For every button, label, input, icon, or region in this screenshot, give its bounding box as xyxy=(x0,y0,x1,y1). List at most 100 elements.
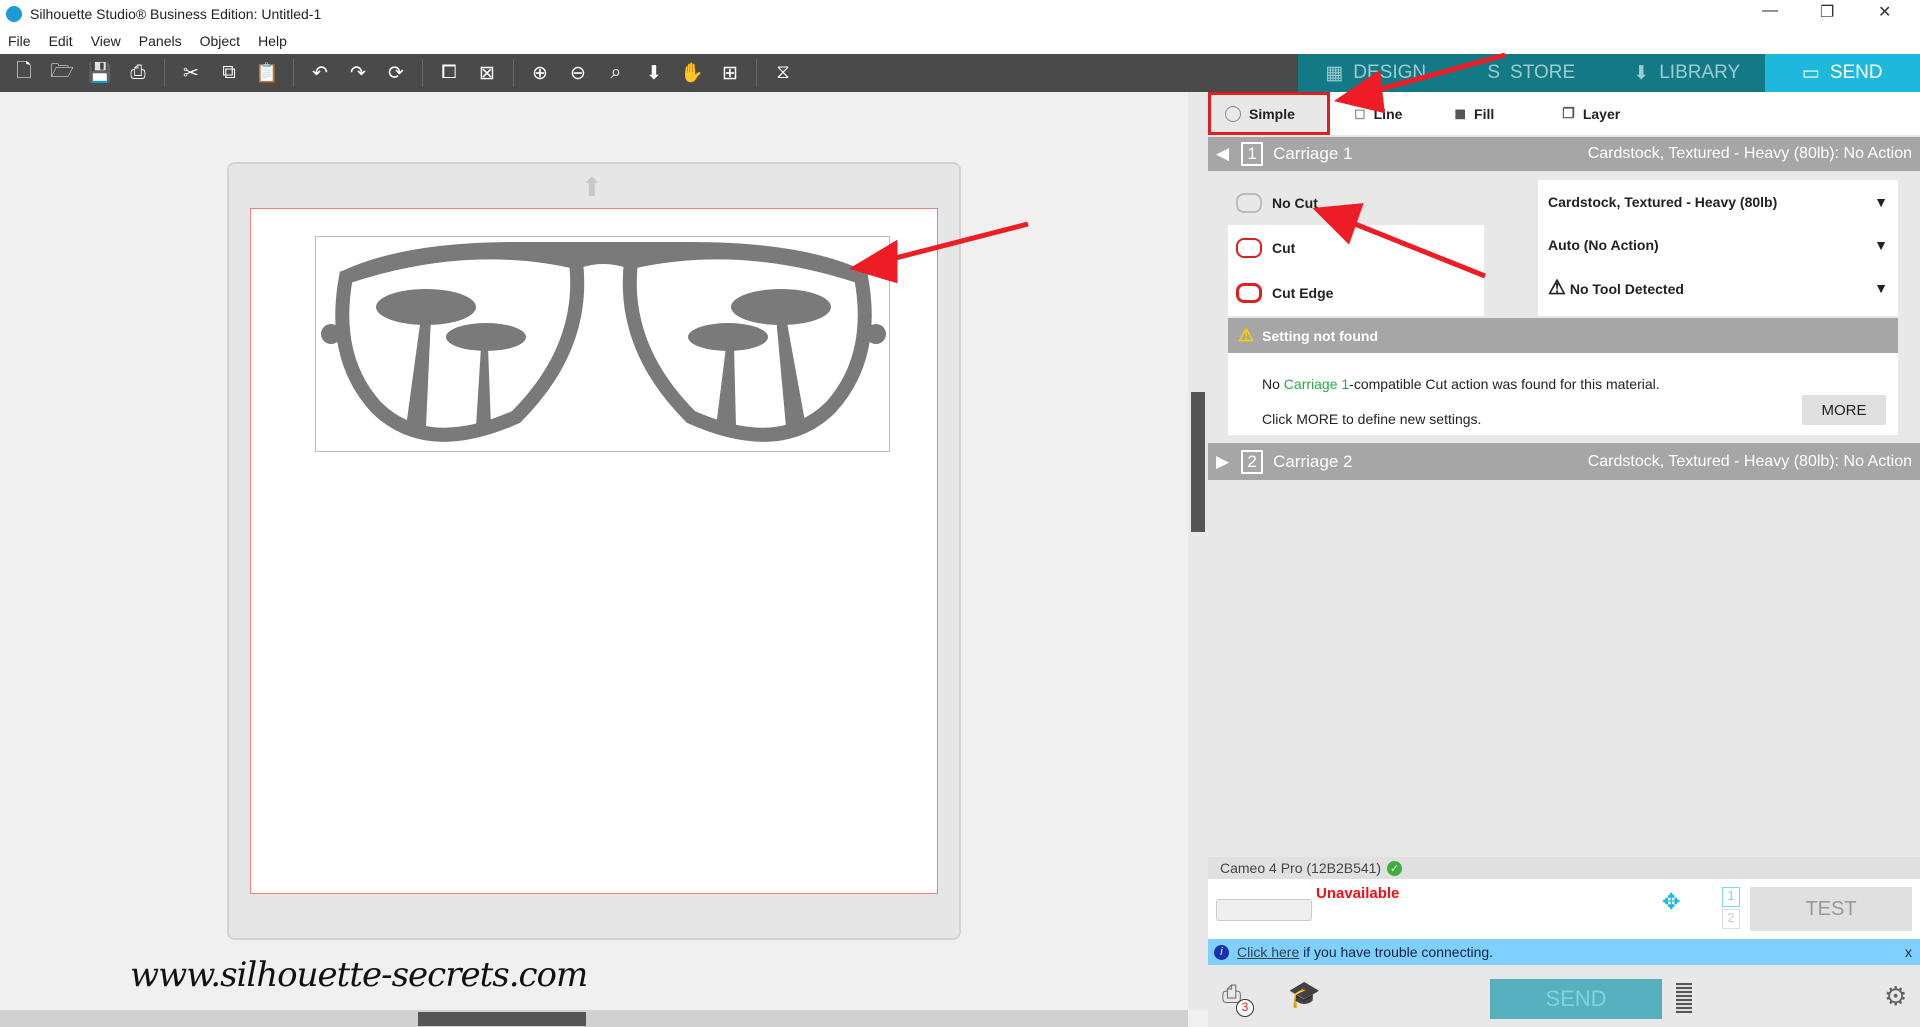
more-button[interactable]: MORE xyxy=(1802,395,1886,425)
action-cut-edge[interactable]: Cut Edge xyxy=(1228,270,1484,315)
material-select[interactable]: Cardstock, Textured - Heavy (80lb) ▼ xyxy=(1538,180,1898,223)
setting-not-found-bar: ⚠ Setting not found xyxy=(1228,318,1898,353)
sunglasses-design[interactable] xyxy=(315,236,890,452)
chevron-down-icon: ▼ xyxy=(1874,193,1888,210)
option-label: Layer xyxy=(1582,105,1621,122)
carriage-link: Carriage 1 xyxy=(1283,376,1350,392)
queue-count-badge: 3 xyxy=(1236,999,1254,1017)
line-icon: ◻ xyxy=(1354,105,1366,121)
option-layer[interactable]: ❐ Layer xyxy=(1548,92,1634,135)
replicate-icon[interactable]: ⟳ xyxy=(380,58,412,88)
action-label: Cut Edge xyxy=(1272,284,1334,301)
design-icon: ▦ xyxy=(1325,62,1344,84)
menu-object[interactable]: Object xyxy=(200,33,240,49)
tutorial-icon[interactable]: 🎓 xyxy=(1288,979,1320,1010)
menu-help[interactable]: Help xyxy=(258,33,287,49)
collapse-icon: ◀ xyxy=(1216,144,1230,163)
app-logo-icon xyxy=(6,5,22,22)
action-label: Cut xyxy=(1272,239,1296,256)
action-label: No Cut xyxy=(1272,194,1318,211)
chevron-down-icon: ▼ xyxy=(1874,236,1888,253)
sunglasses-image xyxy=(321,242,886,442)
carriage-2-toggle[interactable]: 2 xyxy=(1722,909,1740,929)
no-cut-icon xyxy=(1236,192,1262,213)
menu-edit[interactable]: Edit xyxy=(49,33,73,49)
trace-icon[interactable]: ⧖ xyxy=(767,58,799,88)
option-label: Simple xyxy=(1249,105,1295,122)
send-button[interactable]: SEND xyxy=(1490,979,1662,1019)
device-status: Unavailable xyxy=(1316,885,1400,902)
horizontal-scroll-thumb[interactable] xyxy=(418,1012,586,1026)
tab-store[interactable]: S STORE xyxy=(1454,54,1610,92)
tool-value: No Tool Detected xyxy=(1569,281,1684,297)
carriage-1-header[interactable]: ◀ 1 Carriage 1 Cardstock, Textured - Heavy … xyxy=(1208,137,1920,171)
redo-icon[interactable]: ↷ xyxy=(342,58,374,88)
option-fill[interactable]: ◼ Fill xyxy=(1440,92,1508,135)
copy-icon[interactable]: ⧉ xyxy=(213,58,245,88)
group-icon[interactable]: ⧠ xyxy=(433,58,465,88)
click-here-link[interactable]: Click here xyxy=(1237,944,1299,960)
open-icon[interactable]: 🗁 xyxy=(46,58,78,88)
action-no-cut[interactable]: No Cut xyxy=(1228,180,1484,225)
gear-icon[interactable]: ⚙ xyxy=(1884,981,1907,1012)
action-select[interactable]: Auto (No Action) ▼ xyxy=(1538,223,1898,266)
pan-icon[interactable]: ✋ xyxy=(676,58,708,88)
undo-icon[interactable]: ↶ xyxy=(304,58,336,88)
barcode-icon[interactable] xyxy=(1676,983,1692,1013)
text: -compatible Cut action was found for thi… xyxy=(1349,376,1660,392)
tab-send[interactable]: ▭ SEND xyxy=(1764,54,1920,92)
tab-label: DESIGN xyxy=(1353,62,1427,83)
tab-design[interactable]: ▦ DESIGN xyxy=(1298,54,1454,92)
zoom-in-icon[interactable]: ⊕ xyxy=(524,58,556,88)
paste-icon[interactable]: 📋 xyxy=(251,58,283,88)
layer-icon: ❐ xyxy=(1562,105,1575,121)
warning-icon: ⚠ xyxy=(1238,325,1255,345)
zoom-out-icon[interactable]: ⊖ xyxy=(562,58,594,88)
warning-icon: ⚠ xyxy=(1548,277,1566,299)
feed-direction-icon: ⬆ xyxy=(581,172,603,202)
menu-file[interactable]: File xyxy=(8,33,31,49)
option-line[interactable]: ◻ Line xyxy=(1340,92,1416,135)
device-row: Unavailable ✥ 1 2 TEST xyxy=(1208,879,1920,939)
new-icon[interactable]: 🗋 xyxy=(8,58,40,88)
print-icon[interactable]: ⎙ xyxy=(122,58,154,88)
close-info-button[interactable]: x xyxy=(1905,944,1912,960)
window-title: Silhouette Studio® Business Edition: Unt… xyxy=(30,5,322,22)
tab-library[interactable]: ⬇ LIBRARY xyxy=(1609,54,1765,92)
minimize-button[interactable]: — xyxy=(1762,2,1778,20)
radio-icon xyxy=(1225,105,1241,122)
toolbar: 🗋 🗁 💾 ⎙ ✂ ⧉ 📋 ↶ ↷ ⟳ ⧠ ⊠ ⊕ ⊖ ⌕ ⬇ ✋ ⊞ ⧖ xyxy=(0,54,1298,92)
add-page-icon[interactable]: ⊞ xyxy=(714,58,746,88)
action-cut[interactable]: Cut xyxy=(1228,225,1484,270)
ungroup-icon[interactable]: ⊠ xyxy=(471,58,503,88)
close-button[interactable]: ✕ xyxy=(1878,2,1891,22)
send-icon: ▭ xyxy=(1801,62,1820,84)
menu-panels[interactable]: Panels xyxy=(139,33,182,49)
move-down-icon[interactable]: ⬇ xyxy=(638,58,670,88)
settings-dropdowns: Cardstock, Textured - Heavy (80lb) ▼ Auto… xyxy=(1538,180,1898,316)
expand-icon: ▶ xyxy=(1216,451,1230,471)
carriage-1-toggle[interactable]: 1 xyxy=(1722,887,1740,907)
tool-select[interactable]: ⚠ No Tool Detected ▼ xyxy=(1538,266,1898,309)
cut-edge-icon xyxy=(1236,282,1262,303)
cut-icon[interactable]: ✂ xyxy=(175,58,207,88)
action-value: Auto (No Action) xyxy=(1548,236,1659,253)
warning-title: Setting not found xyxy=(1262,327,1378,344)
restore-button[interactable]: ❐ xyxy=(1820,2,1834,22)
chevron-down-icon: ▼ xyxy=(1874,279,1888,296)
bottom-bar: ⎙ 3 🎓 SEND ⚙ xyxy=(1208,965,1920,1027)
vertical-scroll-thumb[interactable] xyxy=(1191,392,1205,532)
vertical-scrollbar[interactable] xyxy=(1188,92,1208,1010)
test-button[interactable]: TEST xyxy=(1750,887,1912,931)
horizontal-scrollbar[interactable] xyxy=(0,1010,1188,1027)
carriage-2-header[interactable]: ▶ 2 Carriage 2 Cardstock, Textured - Heavy … xyxy=(1208,443,1920,480)
option-simple[interactable]: Simple xyxy=(1208,92,1330,135)
library-icon: ⬇ xyxy=(1633,62,1650,84)
option-label: Line xyxy=(1373,105,1403,122)
menu-view[interactable]: View xyxy=(91,33,121,49)
move-arrows-icon[interactable]: ✥ xyxy=(1662,889,1680,915)
warning-line-2: Click MORE to define new settings. xyxy=(1262,411,1482,427)
device-header[interactable]: Cameo 4 Pro (12B2B541) ✓ xyxy=(1208,857,1920,879)
zoom-fit-icon[interactable]: ⌕ xyxy=(600,58,632,88)
save-icon[interactable]: 💾 xyxy=(84,58,116,88)
